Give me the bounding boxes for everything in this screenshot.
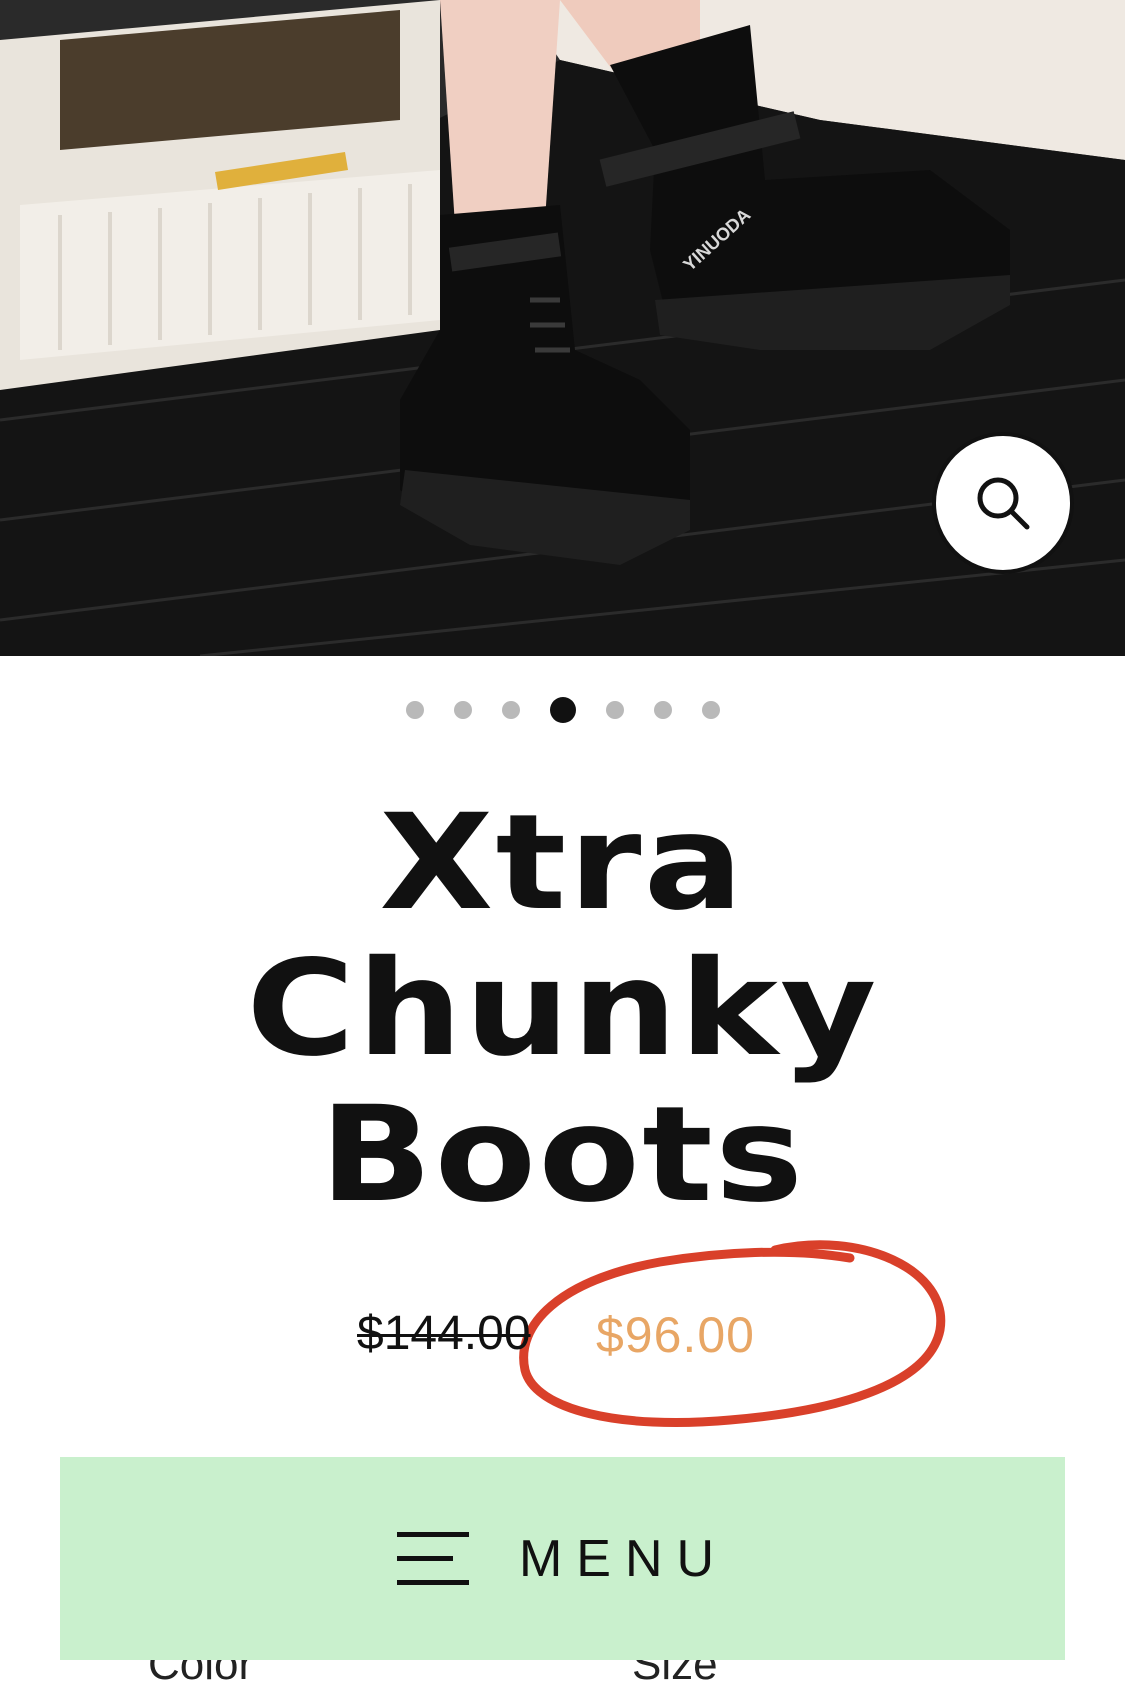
carousel-dot-4-active[interactable]: [549, 697, 576, 723]
menu-button[interactable]: MENU: [60, 1457, 1065, 1660]
product-title: Xtra Chunky Boots: [0, 790, 1125, 1228]
carousel-dot-2[interactable]: [453, 701, 472, 719]
carousel-dot-7[interactable]: [701, 701, 720, 719]
sale-price: $96.00: [596, 1307, 755, 1363]
product-photo-illustration: YINUODA: [0, 0, 1125, 656]
zoom-button[interactable]: [932, 432, 1074, 574]
carousel-dot-3[interactable]: [501, 701, 520, 719]
carousel-dot-1[interactable]: [405, 701, 424, 719]
product-title-line-1: Xtra: [379, 786, 746, 940]
product-title-line-2: Chunky: [246, 932, 879, 1086]
carousel-dot-6[interactable]: [653, 701, 672, 719]
carousel-dot-5[interactable]: [605, 701, 624, 719]
search-icon: [977, 477, 1030, 530]
product-image[interactable]: YINUODA: [0, 0, 1125, 656]
hamburger-icon: [396, 1531, 469, 1585]
product-title-line-3: Boots: [319, 1078, 806, 1232]
original-price: $144.00: [357, 1307, 531, 1360]
menu-label: MENU: [518, 1529, 729, 1588]
price-row: $144.00 $96.00: [0, 1300, 1125, 1370]
carousel-pagination: [0, 697, 1125, 723]
